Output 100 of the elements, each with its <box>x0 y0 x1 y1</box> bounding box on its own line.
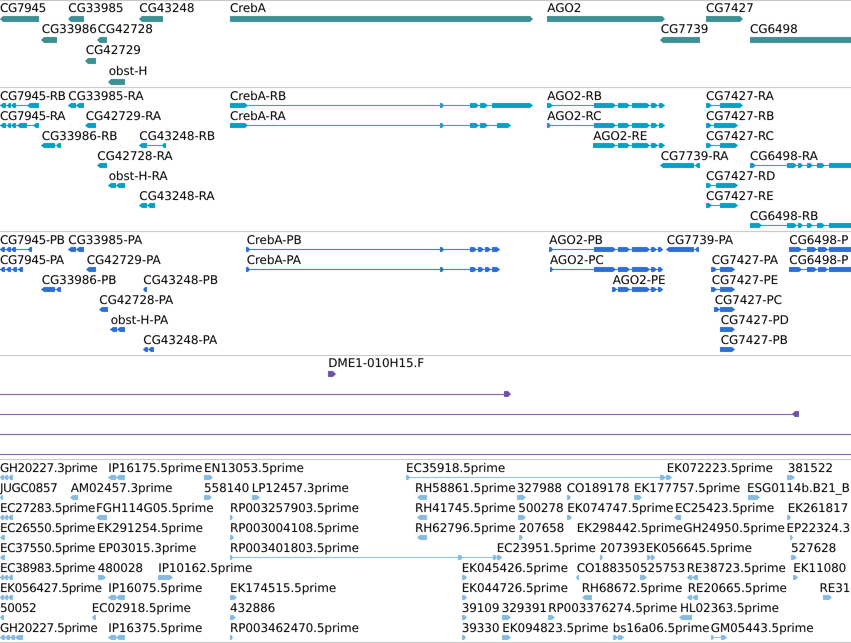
feature-label: CG7739 <box>660 22 708 36</box>
feature-label: EC26550.5prime <box>0 521 95 535</box>
feature-label: CG7945-RA <box>0 109 66 123</box>
feature-label: CG43248-RA <box>139 189 215 203</box>
feature-label: CrebA-PB <box>246 233 302 247</box>
feature-label: 207658 <box>519 521 564 535</box>
feature-label: EC35918.5prime <box>406 461 506 475</box>
feature-label: AM02457.3prime <box>70 481 172 495</box>
feature-label: obst-H <box>108 64 148 78</box>
feature-label: CG7427-PD <box>720 313 789 327</box>
feature-label: GH20227.3prime <box>0 461 98 475</box>
feature-label: CG7427-RD <box>706 169 776 183</box>
feature-label: CG7427-PA <box>712 253 778 267</box>
feature-label: CG43248-PB <box>143 273 218 287</box>
feature-label: 527628 <box>791 541 836 555</box>
feature-label: ESG0114b.B21_B <box>747 481 850 495</box>
feature-label: EK261817 <box>788 501 848 515</box>
feature-label: LP12457.3prime <box>252 481 349 495</box>
feature-label: 329391 <box>502 601 547 615</box>
feature-label: CG7427-PC <box>714 293 782 307</box>
feature-label: AGO2-PE <box>612 273 666 287</box>
feature-label: CG42729-PA <box>86 253 161 267</box>
feature-label: CG6498 <box>750 22 798 36</box>
feature-label: CG33985 <box>68 1 124 15</box>
feature-label: CG42729 <box>86 43 141 57</box>
feature-label: CG7427-RA <box>706 89 774 103</box>
feature-label: EC37550.5prime <box>0 541 95 555</box>
feature-label: DME1-010H15.F <box>328 356 424 370</box>
feature-label: CG42728 <box>98 22 153 36</box>
feature-label: 50052 <box>0 601 36 615</box>
feature-label: obst-H-RA <box>108 169 168 183</box>
feature-label: EK094823.5prime <box>502 621 608 635</box>
feature-label: obst-H-PA <box>110 313 168 327</box>
feature-label: 432886 <box>230 601 276 615</box>
feature-label: CG33985-RA <box>68 89 144 103</box>
feature-label: RP003257903.5prime <box>230 501 359 515</box>
feature-label: AGO2-RB <box>547 89 602 103</box>
feature-label: RP003462470.5prime <box>230 621 359 635</box>
feature-label: AGO2-PC <box>550 253 604 267</box>
feature-label: 39109 <box>462 601 500 615</box>
feature-label: EC38983.5prime <box>0 561 95 575</box>
feature-label: CG7739-RA <box>660 149 728 163</box>
feature-label: EK291254.5prime <box>96 521 203 535</box>
feature-label: IP16375.5prime <box>108 621 202 635</box>
feature-label: IP10162.5prime <box>158 561 252 575</box>
feature-label: CG6498-RB <box>750 209 818 223</box>
feature-label: CG33986 <box>42 22 97 36</box>
feature-label: AGO2-RE <box>593 129 648 143</box>
feature-label: CG7427-PE <box>712 273 778 287</box>
feature-label: EC27283.5prime <box>0 501 95 515</box>
feature-label: CG6498-P <box>789 253 848 267</box>
feature-label: CG7427-RB <box>706 109 774 123</box>
feature-label: EK072223.5prime <box>666 461 773 475</box>
feature-label: RH68672.5prime <box>582 581 682 595</box>
feature-label: RH62796.5prime <box>415 521 516 535</box>
feature-label: 558140 <box>204 481 250 495</box>
feature-label: CG7945-PB <box>0 233 64 247</box>
feature-label: 525753 <box>640 561 686 575</box>
feature-label: CG7739-PA <box>666 233 734 247</box>
feature-label: CG33985-PA <box>68 233 142 247</box>
feature-label: IP16175.5prime <box>108 461 202 475</box>
feature-label: RE38723.5prime <box>686 561 786 575</box>
feature-label: 327988 <box>516 481 562 495</box>
feature-label: EK298442.5prime <box>576 521 683 535</box>
feature-label: RP003004108.5prime <box>230 521 359 535</box>
feature-label: FGH114G05.5prime <box>96 501 214 515</box>
feature-label: 381522 <box>788 461 833 475</box>
feature-label: RH41745.5prime <box>415 501 516 515</box>
feature-label: GM05443.5prime <box>710 621 814 635</box>
feature-label: CG6498-RA <box>750 149 818 163</box>
feature-label: GH24950.5prime <box>683 521 785 535</box>
feature-label: EP03015.3prime <box>98 541 196 555</box>
feature-label: CG7427-RC <box>706 129 774 143</box>
feature-label: CO189178 <box>566 481 630 495</box>
feature-label: CG42728-PA <box>99 293 174 307</box>
feature-label: CG7945 <box>0 1 46 15</box>
feature-label: 207393 <box>600 541 646 555</box>
feature-label: CG42728-RA <box>97 149 173 163</box>
feature-label: 480028 <box>98 561 143 575</box>
feature-label: CG7427 <box>706 1 754 15</box>
feature-label: CG33986-RB <box>42 129 118 143</box>
feature-label: EN13053.5prime <box>204 461 304 475</box>
feature-label: CG7945-PA <box>0 253 64 267</box>
feature-label: CG33986-PB <box>42 273 116 287</box>
feature-label: GH20227.5prime <box>0 621 98 635</box>
feature-label: RE20665.5prime <box>688 581 787 595</box>
feature-label: CG7427-RE <box>706 189 774 203</box>
feature-label: CG43248-RB <box>139 129 216 143</box>
feature-label: EK044726.5prime <box>462 581 568 595</box>
feature-label: CG43248-PA <box>143 333 218 347</box>
feature-label: 39330 <box>462 621 500 635</box>
feature-label: EK177757.5prime <box>634 481 740 495</box>
feature-label: CG7945-RB <box>0 89 66 103</box>
feature-label: EP22324.3 <box>786 521 850 535</box>
feature-label: AGO2 <box>547 1 582 15</box>
feature-label: HL02363.5prime <box>680 601 779 615</box>
feature-label: CG43248 <box>139 1 194 15</box>
feature-label: EC02918.5prime <box>92 601 191 615</box>
feature-label: EK074747.5prime <box>567 501 674 515</box>
feature-label: AGO2-PB <box>549 233 603 247</box>
